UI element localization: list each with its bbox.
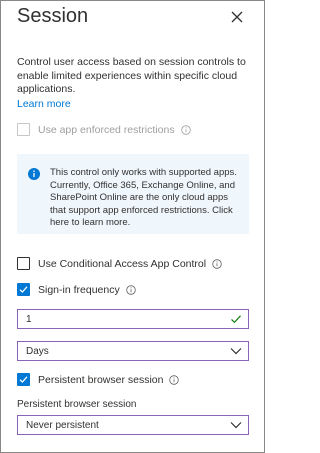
persistent-browser-label: Persistent browser session bbox=[38, 373, 164, 386]
persistent-browser-dropdown[interactable]: Never persistent bbox=[17, 415, 249, 435]
conditional-access-checkbox[interactable] bbox=[17, 257, 30, 270]
info-icon[interactable] bbox=[126, 284, 136, 295]
signin-frequency-input[interactable]: 1 bbox=[17, 309, 249, 329]
app-enforced-checkbox bbox=[17, 123, 30, 136]
signin-frequency-option[interactable]: Sign-in frequency bbox=[17, 283, 136, 296]
session-panel: Session Control user access based on ses… bbox=[0, 0, 265, 453]
chevron-down-icon bbox=[230, 422, 242, 429]
signin-frequency-label: Sign-in frequency bbox=[38, 283, 120, 296]
persistent-browser-select-label: Persistent browser session bbox=[17, 399, 137, 410]
app-enforced-label: Use app enforced restrictions bbox=[38, 123, 175, 136]
info-message-box[interactable]: This control only works with supported a… bbox=[17, 154, 249, 234]
conditional-access-label: Use Conditional Access App Control bbox=[38, 257, 207, 270]
learn-more-link[interactable]: Learn more bbox=[17, 98, 71, 110]
frequency-unit-value: Days bbox=[26, 345, 49, 357]
info-icon[interactable] bbox=[169, 374, 180, 385]
frequency-unit-dropdown[interactable]: Days bbox=[17, 341, 249, 361]
info-icon[interactable] bbox=[180, 124, 191, 135]
panel-description: Control user access based on session con… bbox=[17, 56, 246, 95]
info-icon[interactable] bbox=[212, 258, 222, 269]
checkmark-icon bbox=[19, 376, 28, 383]
checkmark-icon bbox=[19, 286, 28, 293]
chevron-down-icon bbox=[230, 348, 242, 355]
valid-checkmark-icon bbox=[231, 315, 241, 324]
info-message-text: This control only works with supported a… bbox=[50, 167, 237, 228]
signin-frequency-value: 1 bbox=[26, 313, 32, 325]
panel-title: Session bbox=[17, 5, 89, 27]
info-circle-icon bbox=[28, 168, 40, 180]
conditional-access-app-control-option[interactable]: Use Conditional Access App Control bbox=[17, 257, 222, 270]
close-icon[interactable] bbox=[227, 7, 247, 27]
signin-frequency-checkbox[interactable] bbox=[17, 283, 30, 296]
persistent-browser-session-option[interactable]: Persistent browser session bbox=[17, 373, 180, 386]
persistent-browser-value: Never persistent bbox=[26, 419, 99, 431]
persistent-browser-checkbox[interactable] bbox=[17, 373, 30, 386]
app-enforced-restrictions-option: Use app enforced restrictions bbox=[17, 123, 191, 136]
